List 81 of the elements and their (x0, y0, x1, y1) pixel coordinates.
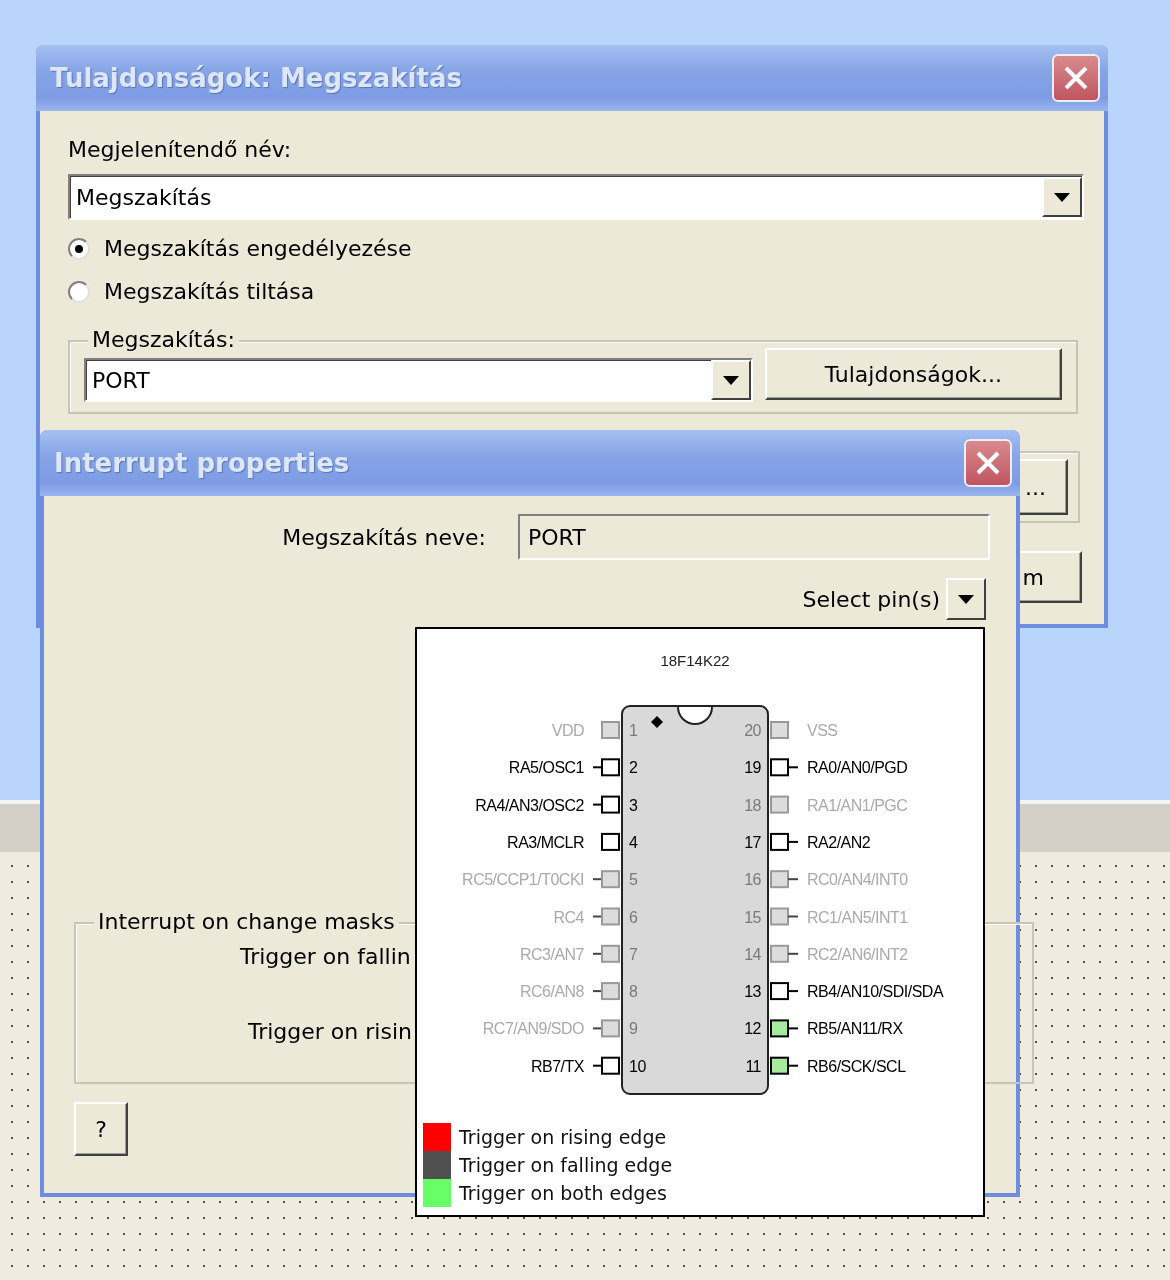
pin-number: 4 (629, 833, 638, 851)
pin[interactable] (592, 795, 620, 814)
name-field[interactable]: PORT (518, 514, 990, 560)
properties-button[interactable]: Tulajdonságok... (764, 348, 1062, 400)
legend-label: Trigger on both edges (459, 1182, 667, 1204)
pin-number: 1 (629, 722, 638, 739)
pin-label: RA0/AN0/PGD (807, 759, 908, 777)
pin-number: 5 (629, 871, 638, 889)
dropdown-button[interactable] (1042, 177, 1082, 217)
pin-number: 12 (744, 1020, 761, 1038)
pin-label: RA4/AN3/OSC2 (475, 796, 584, 814)
pin-number: 11 (745, 1057, 761, 1075)
close-button[interactable] (1052, 54, 1100, 102)
pin-number: 8 (629, 983, 638, 1001)
pin[interactable] (770, 832, 799, 851)
pin-label: VDD (551, 722, 584, 739)
field-label: Megjelenítendő név: (68, 137, 293, 162)
pin-label: RA2/AN2 (807, 833, 871, 851)
pin-number: 20 (744, 722, 761, 739)
pin-label: RA1/AN1/PGC (807, 796, 908, 814)
radio-label[interactable]: Megszakítás engedélyezése (104, 236, 412, 261)
pin-number: 2 (629, 759, 638, 777)
pin-label: RB6/SCK/SCL (807, 1057, 906, 1075)
pin[interactable] (770, 1056, 799, 1075)
pin-label: RC5/CCP1/T0CKI (462, 871, 584, 889)
pin[interactable] (592, 982, 620, 1001)
pin-number: 3 (629, 796, 638, 814)
radio-button[interactable] (68, 237, 90, 260)
pin-number: 10 (629, 1057, 646, 1075)
pin-label: RB4/AN10/SDI/SDA (807, 983, 944, 1001)
close-icon (1063, 65, 1089, 91)
select-pins-label: Select pin(s) (802, 586, 940, 612)
pin-label: RB7/TX (531, 1057, 584, 1075)
pin-label: RC7/AN9/SDO (482, 1020, 584, 1038)
group-label: Megszakítás: (88, 327, 239, 353)
pin[interactable] (592, 1056, 620, 1075)
pin-number: 7 (629, 945, 638, 963)
pin-number: 16 (744, 871, 761, 889)
chip-name: 18F14K22 (660, 652, 730, 669)
radio-button[interactable] (68, 280, 90, 303)
pin[interactable] (592, 758, 620, 777)
pin-number: 14 (744, 945, 761, 963)
pin-label: RA3/MCLR (507, 833, 584, 851)
pin-number: 13 (744, 983, 761, 1001)
pin[interactable] (770, 1019, 799, 1038)
pin-label: RC0/AN4/INT0 (807, 871, 908, 889)
pin-number: 6 (629, 908, 638, 926)
pin[interactable] (601, 832, 620, 851)
pin-label: RB5/AN11/RX (807, 1020, 903, 1038)
dropdown-button[interactable] (946, 578, 986, 620)
interrupt-combo[interactable]: PORT (84, 358, 753, 402)
close-button[interactable] (964, 439, 1012, 487)
help-button[interactable]: ? (74, 1102, 128, 1156)
pin[interactable] (770, 758, 799, 777)
pin[interactable] (770, 982, 799, 1001)
pin-label: VSS (807, 722, 838, 739)
pin-label: RA5/OSC1 (508, 759, 584, 777)
caret-icon (1054, 192, 1070, 202)
window-title: Tulajdonságok: Megszakítás (50, 63, 462, 93)
mask-label: Trigger on risin (248, 1019, 412, 1044)
pin-label: RC1/AN5/INT1 (807, 908, 908, 926)
legend-label: Trigger on rising edge (459, 1126, 667, 1148)
pin-number: 9 (629, 1020, 638, 1038)
caret-icon (958, 594, 974, 604)
window-title: Interrupt properties (54, 448, 350, 478)
legend-label: Trigger on falling edge (459, 1154, 673, 1176)
mask-label: Trigger on fallin (240, 944, 411, 969)
pin-number: 19 (744, 759, 761, 777)
field-label: Megszakítás neve: (282, 524, 486, 550)
pin-label: RC2/AN6/INT2 (807, 945, 908, 963)
pin-label: RC6/AN8 (519, 983, 584, 1001)
pin-number: 17 (744, 833, 761, 851)
pin-label: RC4 (553, 908, 584, 926)
pin-label: RC3/AN7 (519, 945, 584, 963)
close-icon (975, 450, 1001, 476)
radio-label[interactable]: Megszakítás tiltása (104, 279, 315, 304)
caret-icon (722, 375, 739, 385)
pin-number: 18 (744, 796, 761, 814)
display-name-combo[interactable]: Megszakítás (68, 174, 1084, 220)
pin-number: 15 (744, 908, 761, 926)
dropdown-button[interactable] (710, 360, 751, 400)
